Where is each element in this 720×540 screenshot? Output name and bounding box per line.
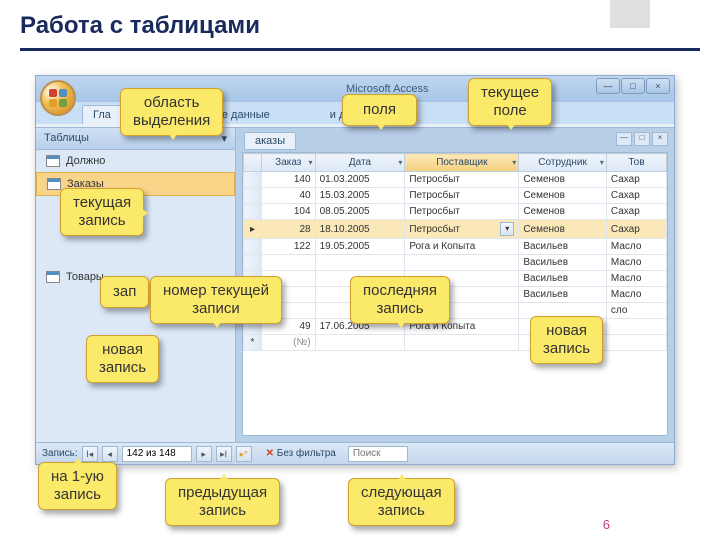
dropdown-icon: ▾ [398,158,402,167]
callout-record-number: номер текущейзаписи [150,276,282,324]
column-header[interactable]: Дата▾ [315,154,405,172]
callout-selection-area: областьвыделения [120,88,223,136]
row-selector[interactable] [244,172,262,188]
new-record-marker[interactable]: * [244,335,262,351]
combo-dropdown-icon[interactable]: ▾ [500,222,514,236]
callout-new-record-left: новаязапись [86,335,159,383]
nav-item[interactable]: Должно [36,150,235,172]
table-icon [47,178,61,190]
record-navigator: Запись: I◂ ◂ ▸ ▸I ▸* ✕ Без фильтра [36,442,674,464]
row-selector[interactable] [244,239,262,255]
document-area: аказы — □ × Заказ▾ Дата▾ Поставщик▾ Сотр… [236,128,674,442]
doc-restore[interactable]: □ [634,132,650,146]
maximize-button[interactable]: □ [621,78,645,94]
new-record-button[interactable]: ▸* [236,446,252,462]
record-position-input[interactable] [122,446,192,462]
table-row[interactable]: Васильев Масло [244,287,667,303]
minimize-button[interactable]: — [596,78,620,94]
callout-first-record: на 1-уюзапись [38,462,117,510]
decorative-stripe [610,0,650,28]
table-row[interactable]: 140 01.03.2005 Петросбыт Семенов Сахар [244,172,667,188]
search-input[interactable] [348,446,408,462]
table-row[interactable]: ▸ 28 18.10.2005 Петросбыт▾ Семенов Сахар [244,220,667,239]
data-grid[interactable]: Заказ▾ Дата▾ Поставщик▾ Сотрудник▾ Тов 1… [242,152,668,436]
callout-last-record: последняязапись [350,276,450,324]
column-header[interactable]: Тов [606,154,666,172]
last-record-button[interactable]: ▸I [216,446,232,462]
row-selector[interactable] [244,188,262,204]
document-tab[interactable]: аказы [244,132,296,150]
title-underline [20,48,700,51]
dropdown-icon: ▾ [600,158,604,167]
table-row[interactable]: 40 15.03.2005 Петросбыт Семенов Сахар [244,188,667,204]
filter-indicator[interactable]: ✕ Без фильтра [266,448,336,459]
callout-prev-record: предыдущаязапись [165,478,280,526]
callout-next-record: следующаязапись [348,478,455,526]
new-record-row[interactable]: * (№) [244,335,667,351]
prev-record-button[interactable]: ◂ [102,446,118,462]
row-selector[interactable] [244,255,262,271]
callout-current-record: текущаязапись [60,188,144,236]
callout-new-record-right: новаязапись [530,316,603,364]
table-row[interactable]: Васильев Масло [244,271,667,287]
table-row[interactable]: Васильев Масло [244,255,667,271]
table-icon [46,155,60,167]
table-row[interactable]: 49 17.06.2005 Рога и Копыта [244,319,667,335]
table-row[interactable]: сло [244,303,667,319]
chevron-down-icon: ▾ [221,132,227,145]
row-selector[interactable]: ▸ [244,220,262,239]
window-controls: — □ × [596,78,670,94]
callout-fields: поля [342,94,417,126]
table-icon [46,271,60,283]
dropdown-icon: ▾ [309,158,313,167]
dropdown-icon: ▾ [512,158,516,167]
row-selector[interactable] [244,204,262,220]
next-record-button[interactable]: ▸ [196,446,212,462]
select-all-cell[interactable] [244,154,262,172]
callout-rec-partial: зап [100,276,149,308]
callout-current-field: текущееполе [468,78,552,126]
table-row[interactable]: 122 19.05.2005 Рога и Копыта Васильев Ма… [244,239,667,255]
column-header[interactable]: Сотрудник▾ [519,154,607,172]
ribbon-tab-home[interactable]: Гла [82,105,122,124]
office-button[interactable] [40,80,76,116]
page-number: 6 [603,517,610,532]
doc-minimize[interactable]: — [616,132,632,146]
column-header-active[interactable]: Поставщик▾ [405,154,519,172]
doc-close[interactable]: × [652,132,668,146]
column-header[interactable]: Заказ▾ [262,154,316,172]
table-row[interactable]: 104 08.05.2005 Петросбыт Семенов Сахар [244,204,667,220]
close-button[interactable]: × [646,78,670,94]
